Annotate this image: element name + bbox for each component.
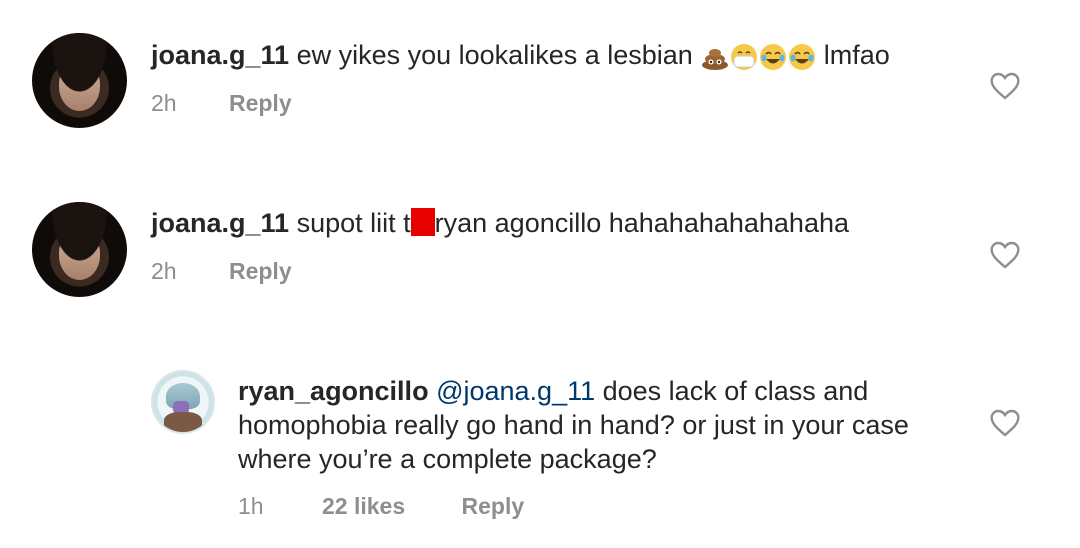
heart-outline-icon[interactable] — [989, 408, 1021, 438]
redaction-block — [410, 208, 435, 236]
comment-text-line3: where you’re a complete package? — [238, 444, 657, 474]
tears-of-joy-emoji-icon — [789, 43, 816, 70]
comment-body: ryan_agoncillo @joana.g_11 does lack of … — [238, 374, 909, 476]
timestamp: 2h — [151, 90, 177, 116]
likes-count[interactable]: 22 likes — [322, 493, 405, 519]
username[interactable]: joana.g_11 — [151, 208, 289, 238]
comment-3-reply: ryan_agoncillo @joana.g_11 does lack of … — [0, 360, 1080, 540]
comment-1: joana.g_11 ew yikes you lookalikes a les… — [0, 0, 1080, 160]
heart-outline-icon[interactable] — [989, 71, 1021, 101]
comment-meta: 1h 22 likes Reply — [238, 493, 524, 520]
poop-emoji-icon — [702, 48, 729, 70]
comment-text-end: lmfao — [816, 40, 890, 70]
comment-text: ew yikes you lookalikes a lesbian — [289, 40, 701, 70]
comment-text-line1: does lack of class and — [595, 376, 869, 406]
comment-body: joana.g_11 ew yikes you lookalikes a les… — [151, 38, 890, 72]
timestamp: 2h — [151, 258, 177, 284]
reply-button[interactable]: Reply — [229, 90, 292, 116]
comment-text: supot liit t — [289, 208, 411, 238]
timestamp: 1h — [238, 493, 264, 519]
avatar-joana[interactable] — [32, 33, 127, 128]
username[interactable]: ryan_agoncillo — [238, 376, 429, 406]
reply-button[interactable]: Reply — [229, 258, 292, 284]
mask-emoji-icon — [731, 43, 758, 70]
reply-button[interactable]: Reply — [462, 493, 525, 519]
comment-2: joana.g_11 supot liit t ryan agoncillo ha… — [0, 170, 1080, 330]
comment-meta: 2h Reply — [151, 258, 292, 285]
avatar-ryan[interactable] — [151, 370, 215, 434]
comment-text-end: ryan agoncillo hahahahahahahaha — [434, 208, 850, 238]
tears-of-joy-emoji-icon — [760, 43, 787, 70]
mention-link[interactable]: @joana.g_11 — [436, 376, 595, 406]
comment-text-line2: homophobia really go hand in hand? or ju… — [238, 410, 909, 440]
comment-body: joana.g_11 supot liit t ryan agoncillo ha… — [151, 206, 849, 240]
username[interactable]: joana.g_11 — [151, 40, 289, 70]
comment-meta: 2h Reply — [151, 90, 292, 117]
avatar-joana[interactable] — [32, 202, 127, 297]
heart-outline-icon[interactable] — [989, 240, 1021, 270]
